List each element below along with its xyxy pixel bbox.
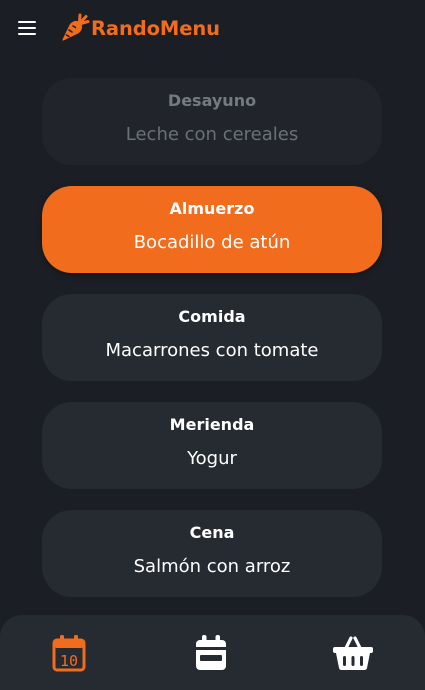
menu-button[interactable] (12, 14, 42, 42)
meal-dish: Bocadillo de atún (133, 232, 291, 253)
app-header: RandoMenu (0, 0, 425, 56)
meal-title: Comida (178, 307, 246, 326)
meal-list: Desayuno Leche con cereales Almuerzo Boc… (42, 78, 382, 618)
meal-dish: Salmón con arroz (133, 556, 291, 577)
meal-title: Merienda (169, 415, 255, 434)
calendar-day-icon: 10 (52, 635, 86, 672)
meal-dish: Yogur (187, 448, 237, 469)
meal-dish: Leche con cereales (125, 124, 299, 145)
meal-card-merienda[interactable]: Merienda Yogur (42, 402, 382, 489)
meal-title: Almuerzo (169, 199, 255, 218)
nav-shopping-basket-button[interactable] (331, 631, 375, 675)
app-screen: RandoMenu Desayuno Leche con cereales Al… (0, 0, 425, 690)
calendar-day-number: 10 (60, 652, 78, 670)
nav-day-view-button[interactable]: 10 (47, 631, 91, 675)
app-title: RandoMenu (91, 16, 220, 40)
meal-card-desayuno[interactable]: Desayuno Leche con cereales (42, 78, 382, 165)
meal-card-comida[interactable]: Comida Macarrones con tomate (42, 294, 382, 381)
meal-dish: Macarrones con tomate (105, 340, 319, 361)
calendar-week-icon (196, 635, 226, 670)
bottom-navigation: 10 (0, 615, 425, 690)
meal-card-almuerzo[interactable]: Almuerzo Bocadillo de atún (42, 186, 382, 273)
hamburger-icon-line-top (18, 21, 36, 23)
shopping-basket-icon (333, 636, 373, 670)
meal-title: Cena (189, 523, 235, 542)
hamburger-icon-line-bottom (18, 33, 36, 35)
carrot-icon (62, 13, 90, 41)
nav-week-view-button[interactable] (189, 631, 233, 675)
app-brand: RandoMenu (60, 12, 220, 44)
hamburger-icon-line-middle (18, 27, 36, 29)
meal-card-cena[interactable]: Cena Salmón con arroz (42, 510, 382, 597)
meal-title: Desayuno (167, 91, 257, 110)
